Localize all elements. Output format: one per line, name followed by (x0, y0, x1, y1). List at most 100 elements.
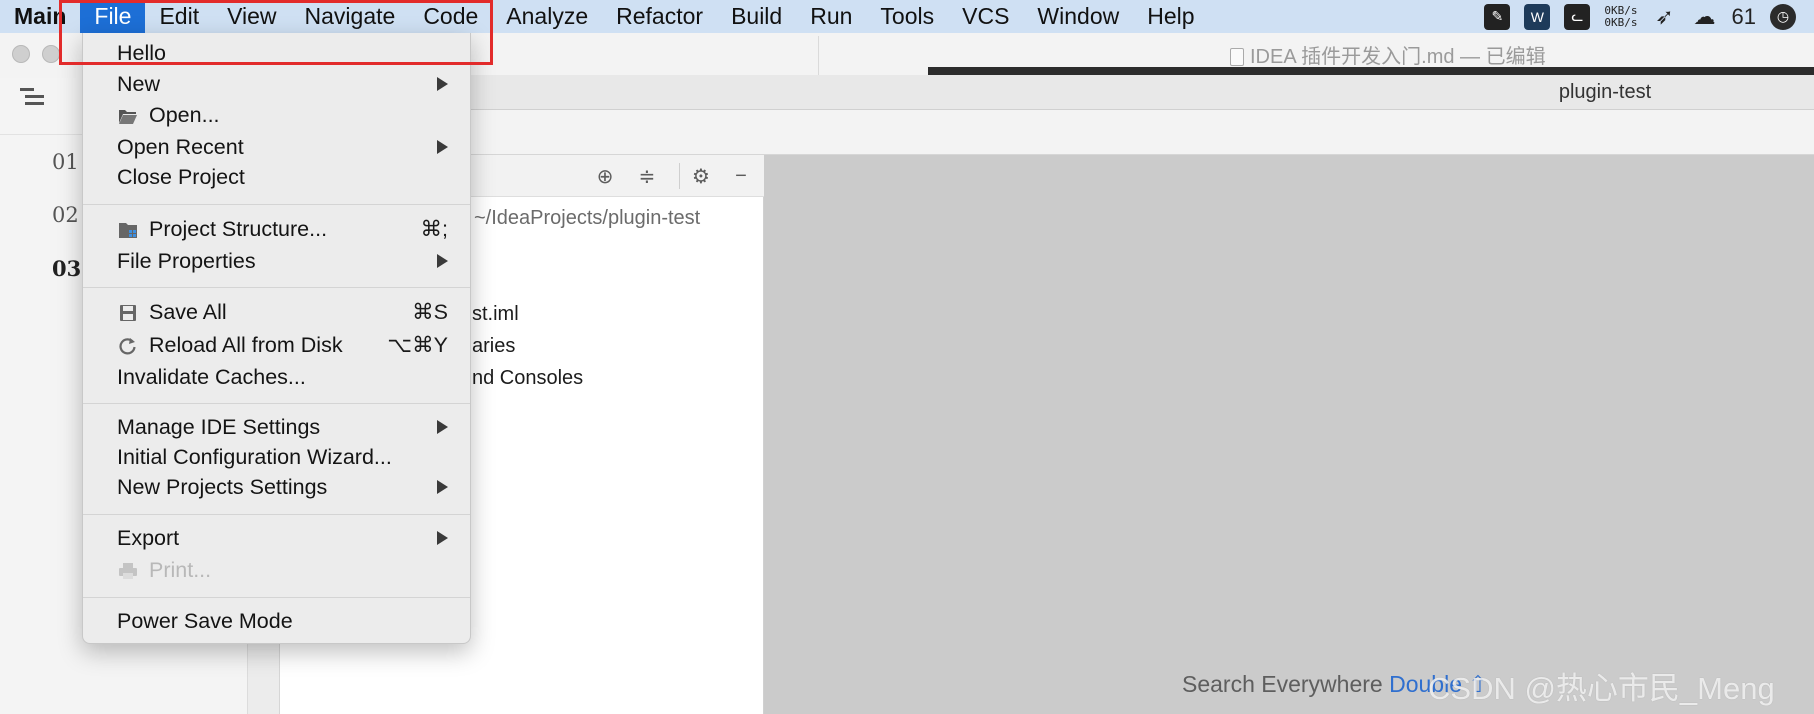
outline-toggle-icon[interactable] (20, 86, 44, 110)
menu-item-reload-all[interactable]: Reload All from Disk ⌥⌘Y (83, 331, 470, 361)
menu-item-label: Hello (117, 41, 166, 65)
file-menu-dropdown: Hello New Open... Open Recent Close Proj… (82, 33, 471, 644)
menu-item-file-properties[interactable]: File Properties (83, 247, 470, 277)
submenu-arrow-icon (437, 480, 448, 494)
csdn-watermark: CSDN @热心市民_Meng (1428, 671, 1775, 706)
menu-navigate[interactable]: Navigate (291, 0, 410, 33)
submenu-arrow-icon (437, 140, 448, 154)
hide-panel-icon[interactable]: − (728, 163, 754, 189)
minimize-window-button[interactable] (42, 45, 60, 63)
menu-item-label: Project Structure... (149, 217, 328, 241)
menu-item-close-project[interactable]: Close Project (83, 163, 470, 193)
search-hint-text: Search Everywhere (1182, 671, 1383, 697)
menu-help[interactable]: Help (1133, 0, 1208, 33)
document-title: IDEA 插件开发入门.md — 已编辑 (1230, 40, 1546, 69)
editor-empty-area (764, 155, 1814, 714)
close-window-button[interactable] (12, 45, 30, 63)
menu-item-shortcut: ⌥⌘Y (387, 333, 448, 357)
menu-item-label: Close Project (117, 165, 245, 189)
gear-icon[interactable]: ⚙ (688, 163, 714, 189)
tree-item-iml[interactable]: st.iml (472, 303, 519, 326)
menu-item-project-structure[interactable]: Project Structure... ⌘; (83, 215, 470, 245)
menu-item-hello[interactable]: Hello (83, 39, 470, 69)
menu-refactor[interactable]: Refactor (602, 0, 717, 33)
status-tray: ✎ W ᓚ 0KB/s 0KB/s ➶ ☁ 61 ◷ (1484, 0, 1814, 33)
menu-item-manage-ide-settings[interactable]: Manage IDE Settings (83, 413, 470, 443)
menu-item-invalidate-caches[interactable]: Invalidate Caches... (83, 363, 470, 393)
outline-item-1[interactable]: 01 (52, 150, 79, 174)
tree-item-scratches[interactable]: nd Consoles (472, 367, 583, 390)
menu-analyze[interactable]: Analyze (492, 0, 602, 33)
menu-run[interactable]: Run (796, 0, 866, 33)
menu-item-new[interactable]: New (83, 70, 470, 100)
clock-icon[interactable]: ◷ (1770, 3, 1796, 30)
menu-item-label: Power Save Mode (117, 609, 293, 633)
menu-file[interactable]: File (80, 0, 146, 33)
menu-item-label: Initial Configuration Wizard... (117, 445, 392, 469)
menu-item-label: New Projects Settings (117, 475, 328, 499)
print-icon (119, 563, 137, 579)
menu-separator (83, 403, 470, 404)
menu-item-shortcut: ⌘S (412, 300, 448, 324)
menu-item-label: Save All (149, 300, 227, 324)
wechat-icon[interactable]: ☁ (1692, 4, 1718, 30)
wps-icon[interactable]: W (1524, 3, 1551, 30)
outline-item-2[interactable]: 02 (52, 203, 79, 227)
battery-count: 61 (1731, 3, 1756, 29)
menu-item-initial-configuration-wizard[interactable]: Initial Configuration Wizard... (83, 443, 470, 473)
menu-window[interactable]: Window (1023, 0, 1133, 33)
menu-item-open-recent[interactable]: Open Recent (83, 133, 470, 163)
menu-item-label: Open Recent (117, 135, 244, 159)
menu-item-print: Print... (83, 556, 470, 586)
menu-item-label: New (117, 72, 161, 96)
menu-separator (83, 287, 470, 288)
menu-item-label: Reload All from Disk (149, 333, 343, 357)
menu-item-label: Invalidate Caches... (117, 365, 306, 389)
menu-item-label: Export (117, 526, 180, 550)
menu-edit[interactable]: Edit (145, 0, 213, 33)
menu-code[interactable]: Code (409, 0, 492, 33)
reload-icon (119, 338, 136, 355)
bird-app-icon[interactable]: ➶ (1652, 4, 1678, 30)
network-speed[interactable]: 0KB/s 0KB/s (1604, 3, 1638, 29)
ide-project-title: plugin-test (1558, 81, 1652, 103)
menu-item-save-all[interactable]: Save All ⌘S (83, 298, 470, 328)
cat-app-icon[interactable]: ᓚ (1564, 3, 1591, 30)
menu-build[interactable]: Build (717, 0, 796, 33)
menu-bar: Main File Edit View Navigate Code Analyz… (0, 0, 1814, 33)
menu-item-open[interactable]: Open... (83, 101, 470, 131)
ide-toolbar (248, 110, 1814, 155)
app-menu[interactable]: Main (0, 0, 80, 33)
menu-item-label: Print... (149, 558, 212, 582)
project-root-path: ~/IdeaProjects/plugin-test (474, 207, 701, 229)
collapse-all-icon[interactable]: ≑ (634, 163, 660, 189)
document-title-text: IDEA 插件开发入门.md — 已编辑 (1250, 46, 1546, 68)
menu-item-label: Manage IDE Settings (117, 415, 321, 439)
locate-file-icon[interactable]: ⊕ (592, 163, 618, 189)
menu-separator (83, 514, 470, 515)
menu-view[interactable]: View (213, 0, 290, 33)
save-icon (120, 305, 136, 321)
menu-separator (83, 597, 470, 598)
notes-app-icon[interactable]: ✎ (1484, 3, 1511, 30)
menu-vcs[interactable]: VCS (948, 0, 1023, 33)
menu-item-export[interactable]: Export (83, 524, 470, 554)
outline-item-3[interactable]: 03 (52, 256, 81, 281)
submenu-arrow-icon (437, 77, 448, 91)
document-icon (1230, 48, 1244, 66)
menu-tools[interactable]: Tools (866, 0, 948, 33)
submenu-arrow-icon (437, 531, 448, 545)
menu-item-new-projects-settings[interactable]: New Projects Settings (83, 473, 470, 503)
menu-separator (83, 204, 470, 205)
menu-item-power-save-mode[interactable]: Power Save Mode (83, 607, 470, 637)
ide-title-bar: plugin-test (248, 75, 1814, 110)
folder-open-icon (119, 110, 137, 124)
net-download: 0KB/s (1604, 15, 1638, 29)
titlebar-divider (818, 36, 819, 76)
tree-item-libraries[interactable]: aries (472, 335, 515, 358)
submenu-arrow-icon (437, 420, 448, 434)
menu-item-shortcut: ⌘; (420, 217, 448, 241)
menu-item-label: File Properties (117, 249, 256, 273)
header-separator (679, 163, 680, 189)
net-upload: 0KB/s (1604, 3, 1638, 17)
